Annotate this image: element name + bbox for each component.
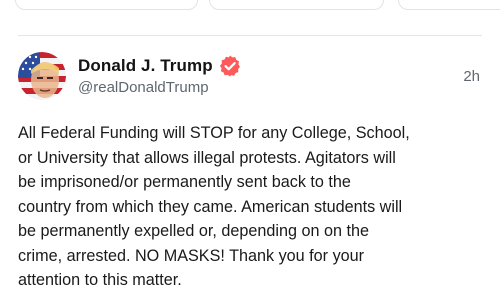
user-handle[interactable]: @realDonaldTrump [78, 79, 242, 96]
post-header: Donald J. Trump @realDonaldTrump 2h [18, 52, 482, 102]
top-tab-bar [0, 0, 500, 10]
top-tab-3[interactable] [398, 0, 500, 10]
divider [18, 35, 482, 36]
author-info: Donald J. Trump @realDonaldTrump [78, 54, 242, 96]
post-timestamp[interactable]: 2h [463, 68, 480, 85]
display-name[interactable]: Donald J. Trump [78, 56, 213, 76]
top-tab-1[interactable] [15, 0, 198, 10]
post-body-text: All Federal Funding will STOP for any Co… [18, 124, 410, 289]
top-tab-2[interactable] [209, 0, 384, 10]
avatar[interactable] [18, 52, 66, 100]
verified-badge-icon [218, 54, 242, 78]
avatar-image [18, 52, 66, 100]
name-row: Donald J. Trump [78, 54, 242, 78]
post-view: Donald J. Trump @realDonaldTrump 2h All … [0, 0, 500, 297]
